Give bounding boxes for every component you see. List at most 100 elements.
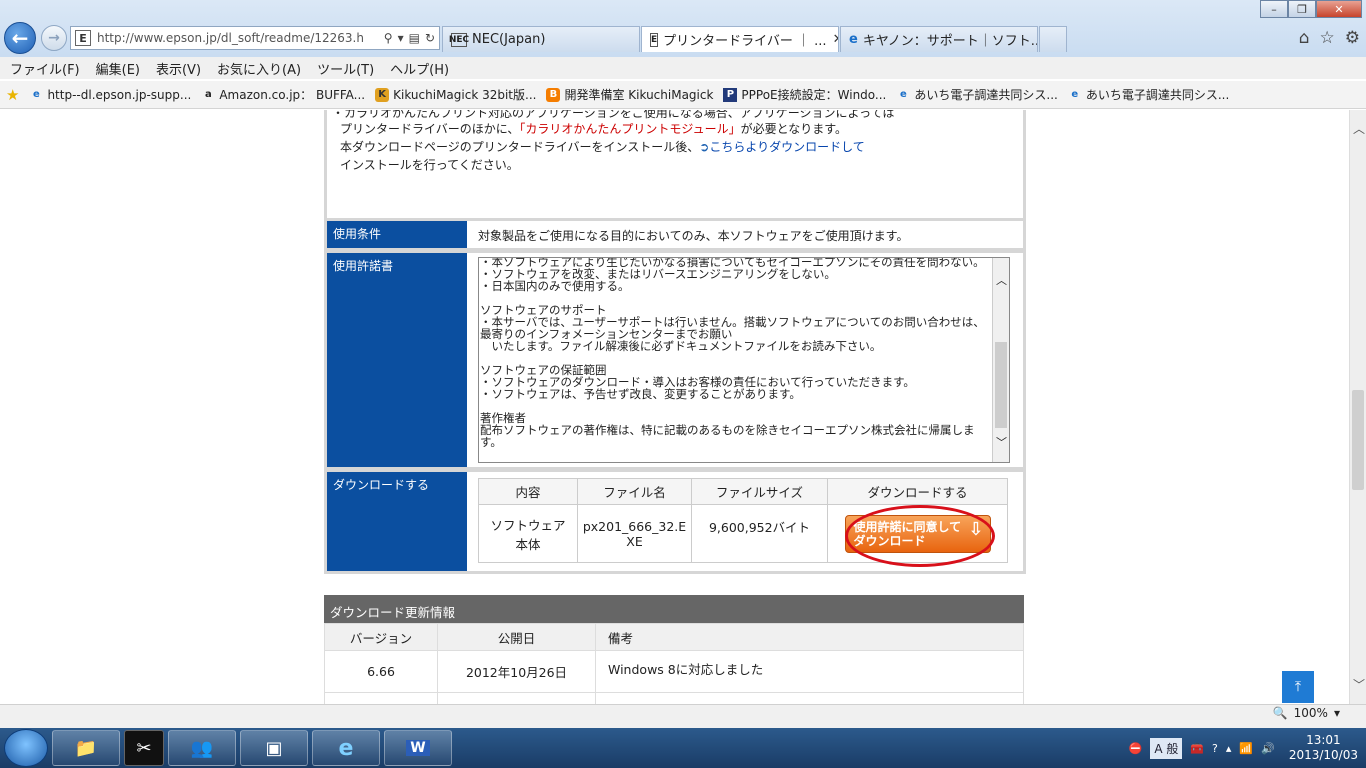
version-cell: 6.66 [324,650,438,693]
scroll-up-icon[interactable]: ︿ [1353,120,1365,137]
license-text: ・本ソフトウェアにより生じたいかなる損害についてもセイコーエプソンにその責任を問… [480,257,985,449]
favorite-item[interactable]: P PPPoE接続設定：Windo... [723,86,886,103]
menu-file[interactable]: ファイル(F) [10,59,80,78]
nec-icon: NEC [448,32,470,47]
address-bar[interactable]: E http://www.epson.jp/dl_soft/readme/122… [70,26,440,50]
ime-indicator[interactable]: A 般 [1150,737,1183,759]
favorites-star-icon[interactable]: ★ [6,86,19,104]
page-scrollbar[interactable]: ︿ ﹀ [1349,110,1366,704]
license-scrollbar[interactable]: ︿ ﹀ [992,258,1009,462]
date-cell: 2012年10月26日 [437,650,596,693]
kikuchi-icon: K [375,87,390,102]
ie-icon: e [338,735,354,761]
folder-icon: 📁 [74,737,98,759]
table-header: バージョン [324,623,438,651]
scroll-up-icon[interactable]: ︿ [996,272,1007,288]
scroll-down-icon[interactable]: ﹀ [1353,676,1365,693]
license-label: 使用許諾書 [327,253,467,467]
conditions-text: 対象製品をご使用になる目的においてのみ、本ソフトウェアをご使用頂けます。 [478,229,909,243]
favorites-bar: ★ e http--dl.epson.jp-supp... a Amazon.co.… [0,81,1366,109]
ime-tools-icon[interactable]: 🧰 [1190,742,1204,755]
page-viewport: ・カラリオかんたんプリント対応のアプリケーションをご使用になる場合、アプリケーシ… [0,110,1349,704]
tab-nec[interactable]: NEC NEC(Japan) [442,26,640,52]
ie-taskbar-button[interactable]: e [312,730,380,766]
arrow-circle-icon: ➲ [699,140,710,154]
license-textarea[interactable]: ・本ソフトウェアにより生じたいかなる損害についてもセイコーエプソンにその責任を問… [478,257,1010,463]
app-icon: ✂ [136,737,152,759]
dropdown-icon[interactable]: ▾ [398,31,404,45]
filename-cell: px201_666_32.EXE [577,504,692,563]
table-header: 内容 [478,478,578,505]
note-line: プリンタードライバーのほかに、「カラリオかんたんプリントモジュール」が必要となり… [340,122,848,136]
tray-expand-icon[interactable]: ▴ [1226,742,1232,755]
chevron-down-icon[interactable]: ▾ [1334,706,1340,720]
menu-tools[interactable]: ツール(T) [317,59,374,78]
table-header: ファイルサイズ [691,478,828,505]
tab-canon[interactable]: e キヤノン：サポート｜ソフト... [840,26,1038,52]
table-header: 公開日 [437,623,596,651]
scroll-thumb[interactable] [995,342,1007,428]
word-icon: W [406,740,430,756]
favorite-item[interactable]: B 開発準備室 KikuchiMagick [546,86,713,103]
zoom-control[interactable]: 🔍 100% ▾ [1273,706,1340,720]
pppoe-icon: P [723,87,738,102]
zoom-icon: 🔍 [1272,706,1288,720]
start-button[interactable] [4,729,48,767]
favorite-item[interactable]: e http--dl.epson.jp-supp... [29,88,191,102]
tab-label: NEC(Japan) [472,32,546,47]
menu-help[interactable]: ヘルプ(H) [390,59,449,78]
help-icon[interactable]: ? [1212,742,1218,755]
home-icon[interactable]: ⌂ [1299,28,1310,48]
close-tab-icon[interactable]: ✕ [827,32,838,47]
explorer-taskbar-button[interactable]: 📁 [52,730,120,766]
users-taskbar-button[interactable]: 👥 [168,730,236,766]
scroll-down-icon[interactable]: ﹀ [996,434,1007,450]
favorite-item[interactable]: K KikuchiMagick 32bit版... [375,86,536,103]
search-icon[interactable]: ⚲ [384,31,393,45]
download-here-link[interactable]: こちらよりダウンロードして [709,140,864,154]
page-top-button[interactable]: ⤒ [1282,671,1314,703]
table-header: ダウンロードする [827,478,1008,505]
menu-view[interactable]: 表示(V) [156,59,201,78]
back-button[interactable]: ← [4,22,36,54]
amazon-icon: a [204,89,212,100]
scroll-thumb[interactable] [1352,390,1364,490]
tab-label: プリンタードライバー ｜ ... [663,34,827,49]
updates-header: ダウンロード更新情報 [324,595,1024,623]
close-window-button[interactable]: ✕ [1316,0,1362,18]
favorites-star-icon[interactable]: ☆ [1320,28,1335,48]
table-row [324,692,1024,704]
clock[interactable]: 13:01 2013/10/03 [1289,733,1358,763]
favorite-item[interactable]: e あいち電子調達共同シス... [1068,86,1229,103]
refresh-icon[interactable]: ↻ [425,31,435,45]
ie-icon: e [33,89,40,100]
users-icon: 👥 [190,737,214,759]
new-tab-button[interactable] [1039,26,1067,52]
address-text: http://www.epson.jp/dl_soft/readme/12263… [97,31,364,45]
forward-button[interactable]: → [41,25,67,51]
tools-gear-icon[interactable]: ⚙ [1345,28,1360,48]
volume-icon[interactable]: 🔊 [1261,742,1275,755]
tab-label: キヤノン：サポート｜ソフト... [862,34,1038,49]
word-taskbar-button[interactable]: W [384,730,452,766]
favorite-item[interactable]: a Amazon.co.jp： BUFFA... [201,86,365,103]
network-icon[interactable]: 📶 [1239,742,1253,755]
compat-icon[interactable]: ▤ [409,31,420,45]
module-link[interactable]: 「カラリオかんたんプリントモジュール」 [519,122,740,136]
tab-epson[interactable]: E プリンタードライバー ｜ ... ✕ [641,26,839,52]
ie-icon: e [849,32,858,47]
note-line: 本ダウンロードページのプリンタードライバーをインストール後、➲こちらよりダウンロ… [340,140,865,154]
maximize-button[interactable]: ❐ [1288,0,1316,18]
menu-edit[interactable]: 編集(E) [96,59,140,78]
security-icon[interactable]: ⛔ [1129,742,1143,755]
minimize-button[interactable]: – [1260,0,1288,18]
ie-icon: e [1071,89,1079,100]
blogger-icon: B [546,87,561,102]
menu-favorites[interactable]: お気に入り(A) [217,59,301,78]
app-taskbar-button[interactable]: ✂ [124,730,164,766]
control-panel-taskbar-button[interactable]: ▣ [240,730,308,766]
table-header: ファイル名 [577,478,692,505]
content-cell: ソフトウェア本体 [478,504,578,563]
favorite-item[interactable]: e あいち電子調達共同シス... [896,86,1058,103]
filesize-cell: 9,600,952バイト [691,504,828,563]
